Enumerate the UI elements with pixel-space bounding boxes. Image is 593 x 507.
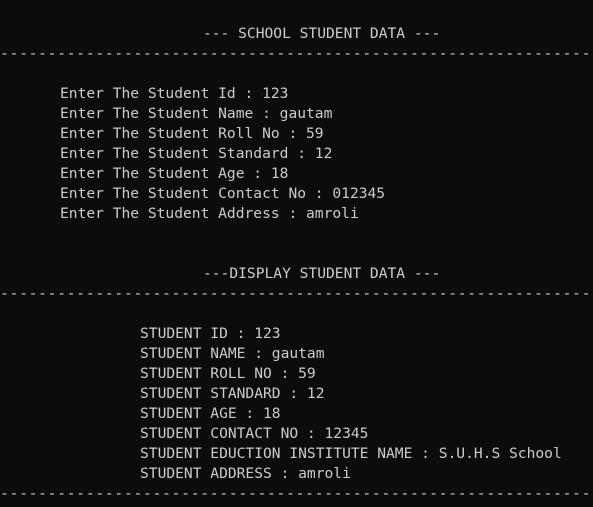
display-line-contact-no: STUDENT CONTACT NO : 12345	[140, 425, 369, 442]
display-separator: ----------------------------------------…	[0, 285, 593, 302]
display-line-roll-no: STUDENT ROLL NO : 59	[140, 365, 316, 382]
input-line-standard: Enter The Student Standard : 12	[60, 145, 333, 162]
header-title: --- SCHOOL STUDENT DATA ---	[203, 25, 441, 42]
display-line-age: STUDENT AGE : 18	[140, 405, 281, 422]
display-line-address: STUDENT ADDRESS : amroli	[140, 465, 351, 482]
display-title: ---DISPLAY STUDENT DATA ---	[203, 265, 441, 282]
input-line-student-id: Enter The Student Id : 123	[60, 85, 289, 102]
console-output: --- SCHOOL STUDENT DATA --- ------------…	[0, 0, 593, 507]
input-line-address: Enter The Student Address : amroli	[60, 205, 359, 222]
footer-separator: ----------------------------------------…	[0, 485, 593, 502]
display-line-student-name: STUDENT NAME : gautam	[140, 345, 325, 362]
display-line-student-id: STUDENT ID : 123	[140, 325, 281, 342]
display-line-institute-name: STUDENT EDUCTION INSTITUTE NAME : S.U.H.…	[140, 445, 562, 462]
input-line-student-name: Enter The Student Name : gautam	[60, 105, 333, 122]
display-line-standard: STUDENT STANDARD : 12	[140, 385, 325, 402]
input-line-contact-no: Enter The Student Contact No : 012345	[60, 185, 386, 202]
input-line-age: Enter The Student Age : 18	[60, 165, 289, 182]
header-separator: ----------------------------------------…	[0, 45, 593, 62]
input-line-roll-no: Enter The Student Roll No : 59	[60, 125, 324, 142]
